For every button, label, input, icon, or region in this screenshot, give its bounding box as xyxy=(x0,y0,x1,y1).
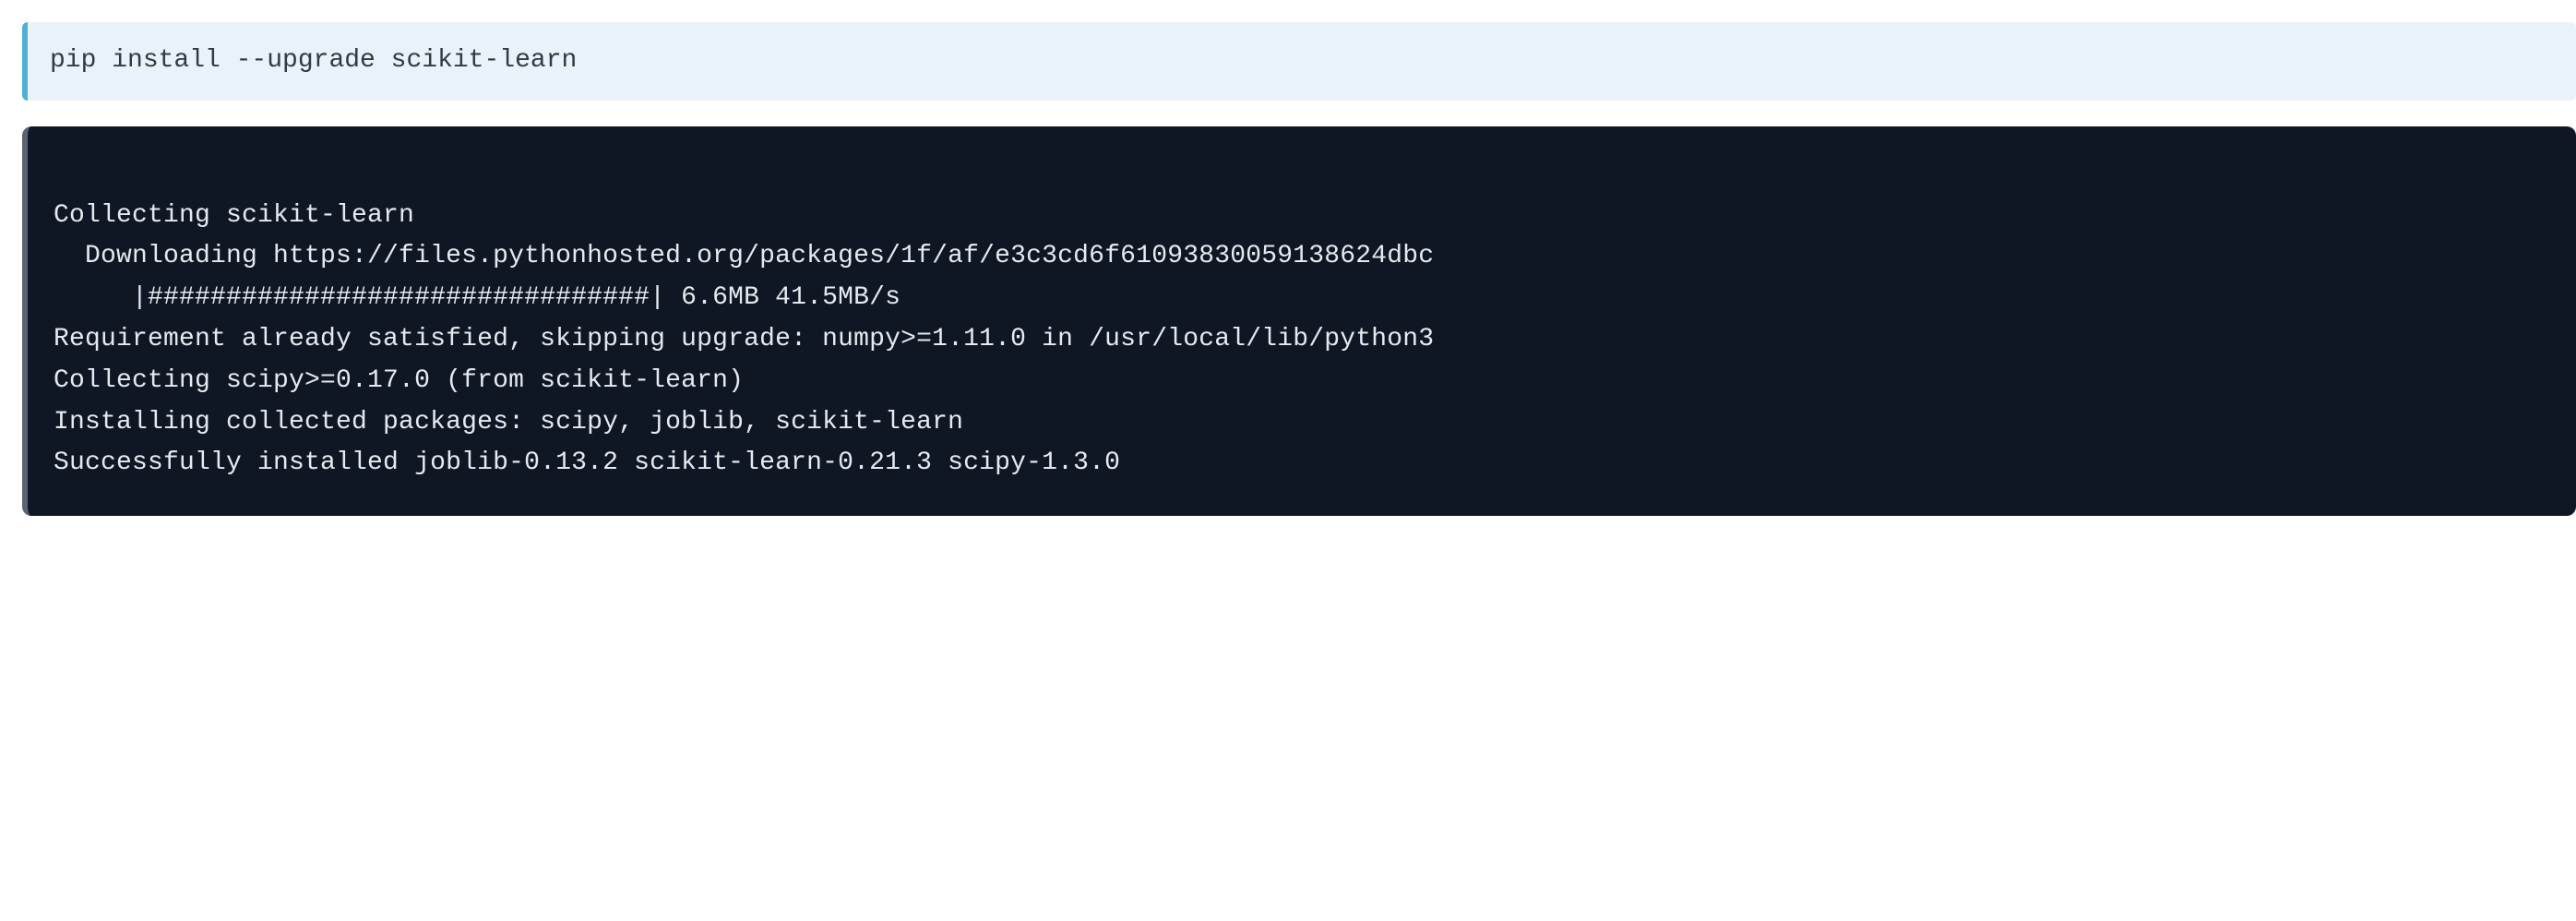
output-line: Installing collected packages: scipy, jo… xyxy=(54,408,963,437)
output-line: |################################| 6.6MB… xyxy=(54,283,916,312)
code-input-text: pip install --upgrade scikit-learn xyxy=(50,46,577,75)
output-line: Collecting scipy>=0.17.0 (from scikit-le… xyxy=(54,366,744,395)
code-output-cell: Collecting scikit-learn Downloading http… xyxy=(22,126,2576,516)
output-line: Successfully installed joblib-0.13.2 sci… xyxy=(54,449,1120,477)
output-line: Requirement already satisfied, skipping … xyxy=(54,325,1434,353)
output-line: Downloading https://files.pythonhosted.o… xyxy=(54,242,1434,270)
output-line: Collecting scikit-learn xyxy=(54,201,414,230)
code-input-cell[interactable]: pip install --upgrade scikit-learn xyxy=(22,22,2576,101)
